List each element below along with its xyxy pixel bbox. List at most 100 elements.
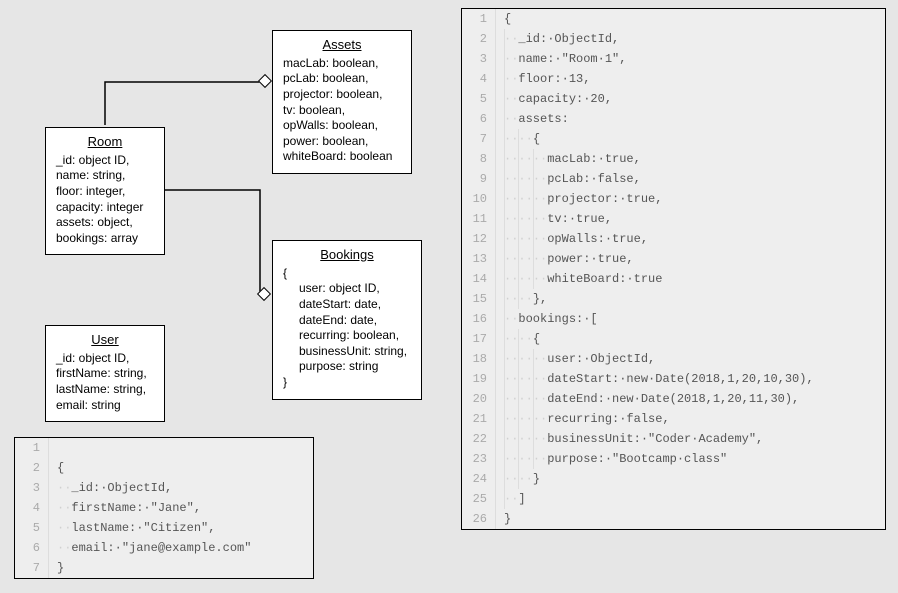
line-number: 7 (15, 558, 49, 578)
code-line: 12······opWalls:·true, (462, 229, 885, 249)
line-number: 1 (462, 9, 496, 29)
code-line: 20······dateEnd:·new·Date(2018,1,20,11,3… (462, 389, 885, 409)
code-line: 4··floor:·13, (462, 69, 885, 89)
code-line: 3··_id:·ObjectId, (15, 478, 313, 498)
line-number: 2 (462, 29, 496, 49)
line-number: 26 (462, 509, 496, 529)
line-number: 15 (462, 289, 496, 309)
entity-bookings-title: Bookings (283, 247, 411, 264)
line-number: 19 (462, 369, 496, 389)
line-number: 8 (462, 149, 496, 169)
entity-assets-field: pcLab: boolean, (283, 71, 401, 87)
entity-bookings-field: recurring: boolean, (283, 328, 411, 344)
code-line: 1 (15, 438, 313, 458)
code-line: 5··capacity:·20, (462, 89, 885, 109)
entity-bookings-field: user: object ID, (283, 281, 411, 297)
line-number: 10 (462, 189, 496, 209)
entity-user: User _id: object ID, firstName: string, … (45, 325, 165, 422)
entity-assets-field: tv: boolean, (283, 103, 401, 119)
code-line: 7} (15, 558, 313, 578)
entity-bookings-field: businessUnit: string, (283, 344, 411, 360)
code-line: 19······dateStart:·new·Date(2018,1,20,10… (462, 369, 885, 389)
entity-room-field: bookings: array (56, 231, 154, 247)
code-line: 9······pcLab:·false, (462, 169, 885, 189)
entity-assets-field: opWalls: boolean, (283, 118, 401, 134)
code-line: 23······purpose:·"Bootcamp·class" (462, 449, 885, 469)
entity-user-field: _id: object ID, (56, 351, 154, 367)
line-number: 20 (462, 389, 496, 409)
entity-user-field: email: string (56, 398, 154, 414)
code-line: 24····} (462, 469, 885, 489)
code-line: 8······macLab:·true, (462, 149, 885, 169)
line-number: 11 (462, 209, 496, 229)
code-line: 22······businessUnit:·"Coder·Academy", (462, 429, 885, 449)
entity-assets-field: projector: boolean, (283, 87, 401, 103)
line-number: 1 (15, 438, 49, 458)
code-line: 7····{ (462, 129, 885, 149)
entity-bookings-field: dateStart: date, (283, 297, 411, 313)
entity-bookings-brace: { (283, 266, 411, 282)
entity-bookings-brace: } (283, 375, 411, 391)
code-line: 6··assets: (462, 109, 885, 129)
entity-room: Room _id: object ID, name: string, floor… (45, 127, 165, 255)
entity-assets: Assets macLab: boolean, pcLab: boolean, … (272, 30, 412, 174)
line-number: 3 (462, 49, 496, 69)
code-line: 2··_id:·ObjectId, (462, 29, 885, 49)
line-number: 13 (462, 249, 496, 269)
code-line: 5··lastName:·"Citizen", (15, 518, 313, 538)
code-line: 6··email:·"jane@example.com" (15, 538, 313, 558)
code-panel-room: 1{2··_id:·ObjectId,3··name:·"Room·1",4··… (461, 8, 886, 530)
line-number: 18 (462, 349, 496, 369)
code-line: 14······whiteBoard:·true (462, 269, 885, 289)
entity-bookings-field: dateEnd: date, (283, 313, 411, 329)
line-number: 9 (462, 169, 496, 189)
entity-user-field: lastName: string, (56, 382, 154, 398)
line-number: 7 (462, 129, 496, 149)
line-number: 6 (15, 538, 49, 558)
code-line: 2{ (15, 458, 313, 478)
code-line: 21······recurring:·false, (462, 409, 885, 429)
entity-assets-field: power: boolean, (283, 134, 401, 150)
code-line: 3··name:·"Room·1", (462, 49, 885, 69)
entity-bookings-field: purpose: string (283, 359, 411, 375)
line-number: 5 (15, 518, 49, 538)
line-number: 5 (462, 89, 496, 109)
entity-room-title: Room (56, 134, 154, 151)
entity-assets-title: Assets (283, 37, 401, 54)
code-line: 11······tv:·true, (462, 209, 885, 229)
line-number: 16 (462, 309, 496, 329)
entity-room-field: assets: object, (56, 215, 154, 231)
entity-assets-field: macLab: boolean, (283, 56, 401, 72)
code-line: 16··bookings:·[ (462, 309, 885, 329)
code-line: 18······user:·ObjectId, (462, 349, 885, 369)
line-number: 4 (15, 498, 49, 518)
code-panel-user: 12{3··_id:·ObjectId,4··firstName:·"Jane"… (14, 437, 314, 579)
line-number: 3 (15, 478, 49, 498)
code-line: 17····{ (462, 329, 885, 349)
entity-room-field: capacity: integer (56, 200, 154, 216)
line-number: 4 (462, 69, 496, 89)
code-line: 25··] (462, 489, 885, 509)
code-line: 15····}, (462, 289, 885, 309)
line-number: 24 (462, 469, 496, 489)
entity-assets-field: whiteBoard: boolean (283, 149, 401, 165)
entity-room-field: name: string, (56, 168, 154, 184)
line-number: 23 (462, 449, 496, 469)
code-line: 4··firstName:·"Jane", (15, 498, 313, 518)
entity-room-field: _id: object ID, (56, 153, 154, 169)
diamond-room-bookings (257, 287, 271, 301)
code-line: 1{ (462, 9, 885, 29)
line-number: 17 (462, 329, 496, 349)
entity-room-field: floor: integer, (56, 184, 154, 200)
line-number: 25 (462, 489, 496, 509)
line-number: 21 (462, 409, 496, 429)
line-number: 14 (462, 269, 496, 289)
line-number: 12 (462, 229, 496, 249)
code-line: 10······projector:·true, (462, 189, 885, 209)
entity-user-field: firstName: string, (56, 366, 154, 382)
entity-user-title: User (56, 332, 154, 349)
line-number: 22 (462, 429, 496, 449)
diamond-room-assets (258, 74, 272, 88)
line-number: 2 (15, 458, 49, 478)
line-number: 6 (462, 109, 496, 129)
